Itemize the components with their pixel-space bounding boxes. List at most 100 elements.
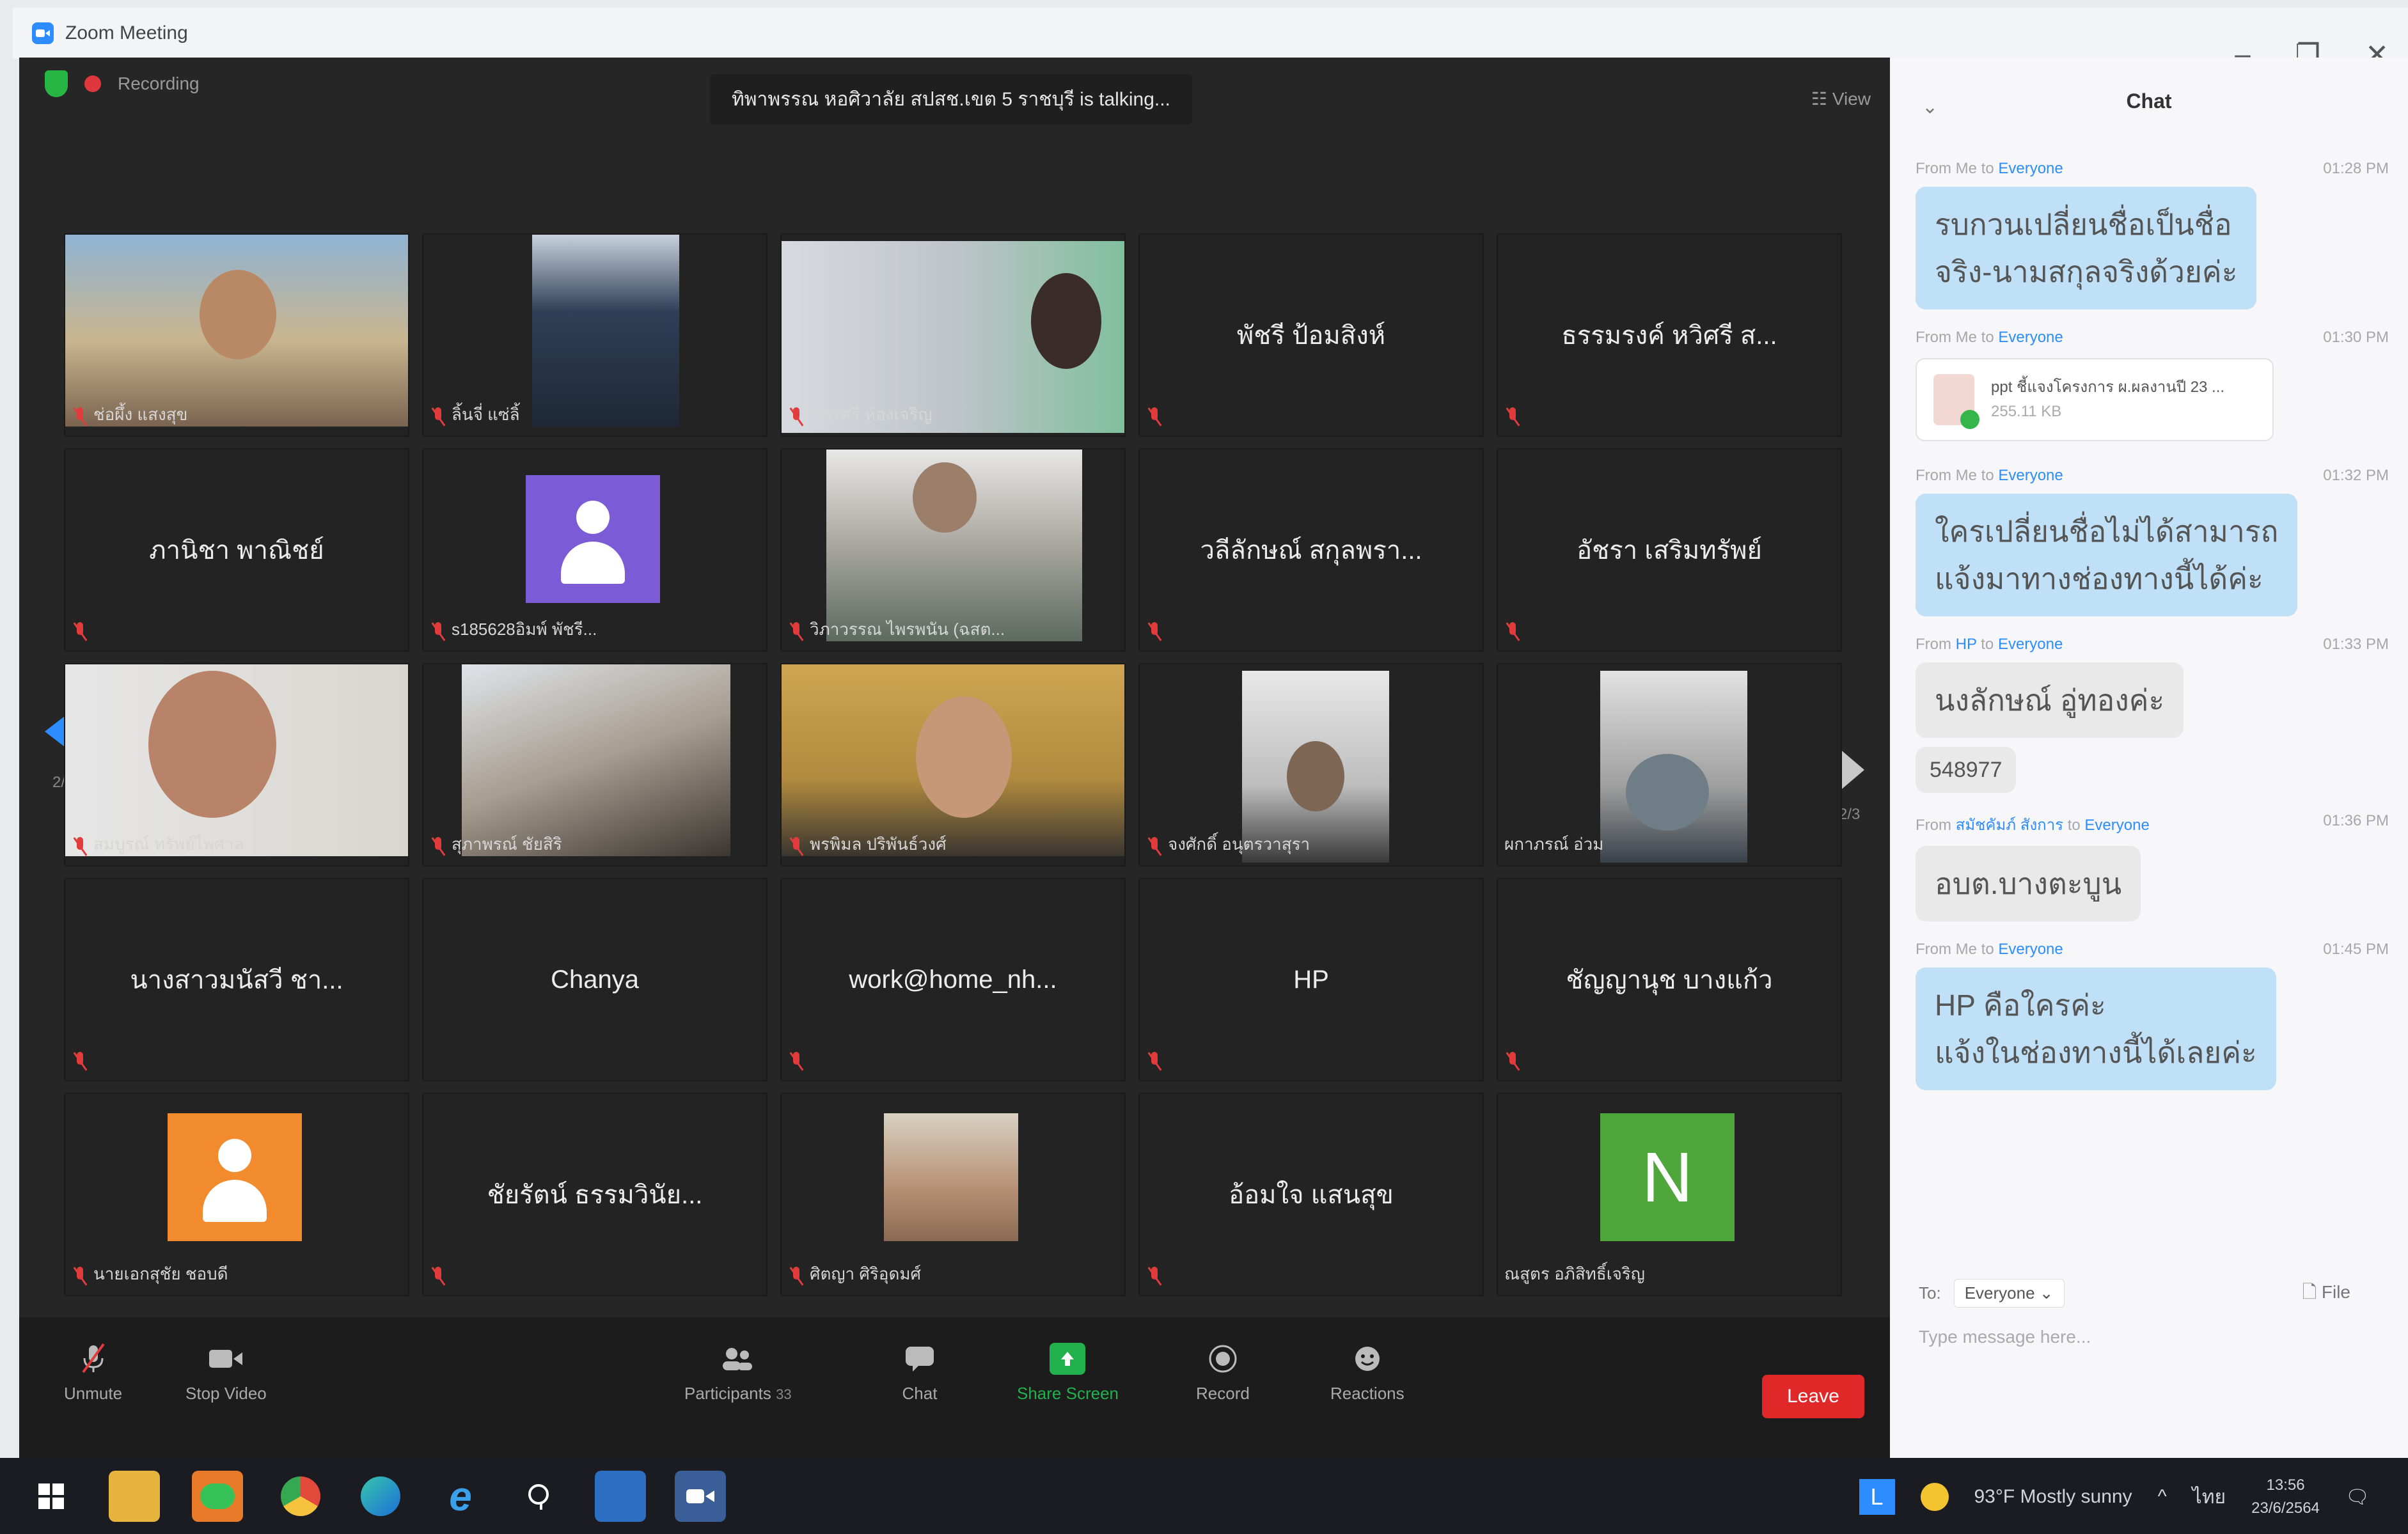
participant-tile[interactable]: นางสาวมนัสวี ชา... bbox=[64, 878, 409, 1081]
participant-tile[interactable]: ภานิชา พาณิชย์ bbox=[64, 448, 409, 652]
line-app-icon[interactable] bbox=[192, 1471, 243, 1522]
participant-tile[interactable]: สมบูรณ์ ทรัพย์ไพศาล bbox=[64, 663, 409, 866]
windows-start-icon[interactable] bbox=[26, 1471, 77, 1522]
mic-muted-icon bbox=[431, 622, 445, 641]
app-window-icon[interactable] bbox=[595, 1471, 646, 1522]
chat-message-input[interactable]: Type message here... bbox=[1919, 1327, 2408, 1347]
participant-tile[interactable]: s185628อิมพ์ พัชรี... bbox=[422, 448, 767, 652]
participant-tile[interactable]: วิภาวรรณ ไพรพนัน (ฉสต... bbox=[780, 448, 1126, 652]
participants-icon bbox=[720, 1343, 756, 1375]
participant-tile[interactable]: สุภาพรณ์ ชัยสิริ bbox=[422, 663, 767, 866]
chevron-down-icon: ⌄ bbox=[2039, 1283, 2054, 1303]
participant-tile[interactable]: ชัยรัตน์ ธรรมวินัย... bbox=[422, 1093, 767, 1296]
clock[interactable]: 13:56 23/6/2564 bbox=[2251, 1474, 2320, 1520]
chevron-up-icon[interactable]: ^ bbox=[2158, 1486, 2167, 1508]
participant-tile[interactable]: ธรรมรงค์ หวิศรี ส... bbox=[1497, 233, 1842, 437]
file-explorer-icon[interactable] bbox=[109, 1471, 160, 1522]
mic-muted-icon bbox=[431, 837, 445, 856]
view-button[interactable]: ☷ View bbox=[1811, 88, 1871, 109]
participant-tile[interactable]: N ณสูตร อภิสิทธิ์เจริญ bbox=[1497, 1093, 1842, 1296]
participant-tile[interactable]: Chanya bbox=[422, 878, 767, 1081]
chat-composer: To: Everyone ⌄ 🗋 File Type message here.… bbox=[1890, 1279, 2408, 1347]
mic-muted-icon bbox=[1147, 407, 1161, 427]
unmute-button[interactable]: Unmute bbox=[64, 1343, 122, 1404]
mic-muted-icon bbox=[1506, 1052, 1520, 1071]
stop-video-button[interactable]: Stop Video bbox=[185, 1343, 267, 1404]
participants-button[interactable]: Participants 33 bbox=[684, 1343, 792, 1404]
participant-tile[interactable]: ชัญญานุช บางแก้ว bbox=[1497, 878, 1842, 1081]
mic-muted-icon bbox=[1147, 622, 1161, 641]
participant-tile[interactable]: ลิ้นจี่ แซ่ลิ้ bbox=[422, 233, 767, 437]
internet-explorer-icon[interactable]: e bbox=[435, 1471, 486, 1522]
mic-muted-icon bbox=[431, 407, 445, 427]
participant-name: ชัยรัตน์ ธรรมวินัย... bbox=[487, 1181, 703, 1209]
record-button[interactable]: Record bbox=[1196, 1343, 1250, 1404]
participant-tile[interactable]: ศิตญา ศิริอุดมศ์ bbox=[780, 1093, 1126, 1296]
participant-name: work@home_nh... bbox=[849, 965, 1057, 994]
person-icon bbox=[555, 494, 631, 584]
language-indicator[interactable]: ไทย bbox=[2192, 1482, 2226, 1512]
zoom-taskbar-icon[interactable] bbox=[675, 1471, 726, 1522]
file-button[interactable]: 🗋 File bbox=[2302, 1279, 2350, 1310]
edge-icon[interactable] bbox=[355, 1471, 406, 1522]
mic-muted-icon bbox=[1506, 622, 1520, 641]
chat-messages: From Me to Everyone 01:28 PM รบกวนเปลี่ย… bbox=[1916, 147, 2389, 1090]
participant-tile[interactable]: อัชรา เสริมทรัพย์ bbox=[1497, 448, 1842, 652]
participant-tile[interactable]: วลีลักษณ์ สกุลพรา... bbox=[1138, 448, 1484, 652]
participant-name: HP bbox=[1293, 965, 1329, 994]
stop-video-label: Stop Video bbox=[185, 1384, 267, 1403]
chat-message-meta: From HP to Everyone 01:33 PM bbox=[1916, 636, 2389, 653]
next-page-arrow-icon[interactable] bbox=[1839, 748, 1864, 792]
participant-tile[interactable]: work@home_nh... bbox=[780, 878, 1126, 1081]
participant-tile[interactable]: ภัทรศรี ห้องเจริญ bbox=[780, 233, 1126, 437]
participant-face bbox=[1031, 273, 1101, 369]
participant-name: นายเอกสุชัย ชอบดี bbox=[93, 1264, 228, 1283]
chat-file-attachment[interactable]: ppt ชี้แจงโครงการ ผ.ผลงานปี 23 ... 255.1… bbox=[1916, 358, 2274, 441]
file-size: 255.11 KB bbox=[1991, 403, 2062, 420]
participant-tile[interactable]: HP bbox=[1138, 878, 1484, 1081]
participant-tile[interactable]: นายเอกสุชัย ชอบดี bbox=[64, 1093, 409, 1296]
share-screen-button[interactable]: Share Screen bbox=[1017, 1343, 1119, 1404]
participant-photo bbox=[884, 1113, 1018, 1241]
chrome-icon[interactable] bbox=[275, 1471, 326, 1522]
participant-name: ธรรมรงค์ หวิศรี ส... bbox=[1561, 322, 1777, 350]
file-name: ppt ชี้แจงโครงการ ผ.ผลงานปี 23 ... bbox=[1991, 379, 2225, 396]
notification-icon[interactable]: 🗨 bbox=[2345, 1486, 2370, 1508]
unmute-label: Unmute bbox=[64, 1384, 123, 1403]
participant-name: นางสาวมนัสวี ชา... bbox=[130, 966, 343, 994]
chat-message-bubble: HP คือใครค่ะ แจ้งในช่องทางนี้ได้เลยค่ะ bbox=[1916, 967, 2276, 1090]
participant-tile[interactable]: อ้อมใจ แสนสุข bbox=[1138, 1093, 1484, 1296]
search-icon[interactable] bbox=[515, 1471, 566, 1522]
leave-button[interactable]: Leave bbox=[1762, 1375, 1864, 1418]
chat-bubble-icon bbox=[902, 1343, 938, 1375]
avatar bbox=[526, 475, 660, 603]
shield-icon[interactable] bbox=[45, 70, 68, 97]
participant-tile[interactable]: พัชรี ป้อมสิงห์ bbox=[1138, 233, 1484, 437]
participant-face bbox=[200, 270, 276, 359]
participant-face bbox=[1287, 741, 1344, 811]
participant-tile[interactable]: จงศักดิ์ อนุตรวาสุรา bbox=[1138, 663, 1484, 866]
recipient-select[interactable]: Everyone ⌄ bbox=[1953, 1279, 2065, 1308]
file-icon bbox=[1933, 374, 1979, 429]
participant-tile[interactable]: ช่อผึ้ง แสงสุข bbox=[64, 233, 409, 437]
chat-button[interactable]: Chat bbox=[902, 1343, 938, 1404]
app-tray-icon[interactable]: L bbox=[1859, 1479, 1895, 1515]
reactions-button[interactable]: Reactions bbox=[1330, 1343, 1405, 1404]
mic-muted-icon bbox=[1147, 837, 1161, 856]
meeting-toolbar: Unmute Stop Video Participants 33 Chat S… bbox=[19, 1317, 1890, 1458]
participant-grid: ช่อผึ้ง แสงสุข ลิ้นจี่ แซ่ลิ้ ภัทรศรี ห้… bbox=[64, 233, 1842, 1298]
chat-message-bubble: นงลักษณ์ อู่ทองค่ะ bbox=[1916, 662, 2184, 738]
chat-message-meta: From Me to Everyone 01:32 PM bbox=[1916, 467, 2389, 484]
system-tray: L 93°F Mostly sunny ^ ไทย 13:56 23/6/256… bbox=[1859, 1474, 2370, 1520]
windows-taskbar: e L 93°F Mostly sunny ^ ไทย 13:56 23/6/2… bbox=[0, 1458, 2408, 1534]
mic-muted-icon bbox=[73, 837, 87, 856]
weather-text[interactable]: 93°F Mostly sunny bbox=[1974, 1486, 2132, 1508]
chat-panel: ⌄ Chat From Me to Everyone 01:28 PM รบกว… bbox=[1890, 58, 2408, 1458]
sun-icon bbox=[1920, 1483, 1949, 1511]
participant-tile[interactable]: ผกาภรณ์ อ่วม bbox=[1497, 663, 1842, 866]
mic-muted-icon bbox=[789, 1052, 803, 1071]
participant-tile[interactable]: พรพิมล ปริพันธ์วงศ์ bbox=[780, 663, 1126, 866]
window-title: Zoom Meeting bbox=[65, 22, 188, 43]
mic-muted-icon bbox=[789, 622, 803, 641]
participant-name: จงศักดิ์ อนุตรวาสุรา bbox=[1168, 834, 1310, 854]
